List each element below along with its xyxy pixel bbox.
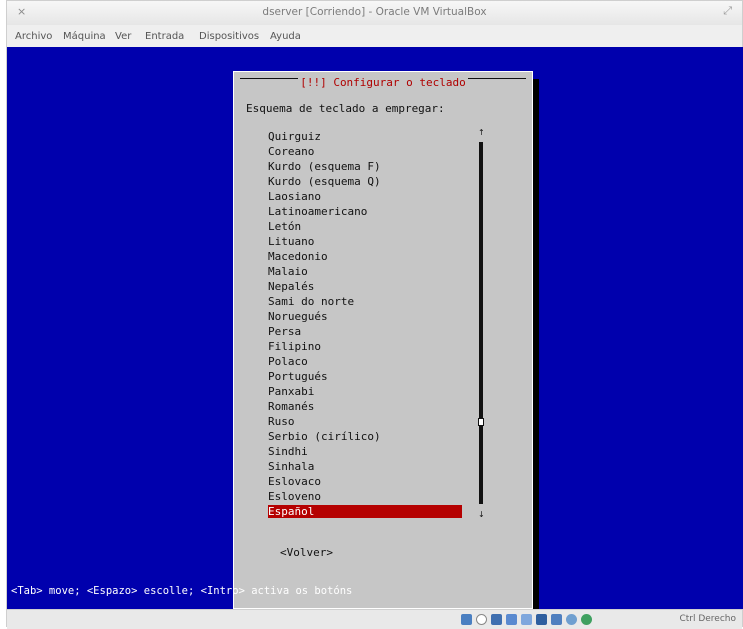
list-item[interactable]: Letón xyxy=(268,220,462,233)
virtualbox-window: × dserver [Corriendo] - Oracle VM Virtua… xyxy=(6,0,743,629)
scroll-track[interactable] xyxy=(479,142,483,504)
list-item[interactable]: Sinhala xyxy=(268,460,462,473)
list-item[interactable]: Sindhi xyxy=(268,445,462,458)
back-button[interactable]: <Volver> xyxy=(280,546,333,559)
usb-icon[interactable] xyxy=(506,614,517,625)
dialog-title: [!!] Configurar o teclado xyxy=(298,76,468,89)
restore-icon[interactable]: ⤢ xyxy=(723,4,732,18)
scroll-up-icon[interactable]: ↑ xyxy=(478,129,485,137)
menu-entrada[interactable]: Entrada xyxy=(145,31,184,42)
list-item[interactable]: Latinoamericano xyxy=(268,205,462,218)
menu-archivo[interactable]: Archivo xyxy=(15,31,52,42)
list-scrollbar[interactable]: ↑ ↓ xyxy=(478,129,485,520)
optical-drive-icon[interactable] xyxy=(476,614,487,625)
list-item[interactable]: Kurdo (esquema F) xyxy=(268,160,462,173)
menu-bar: Archivo Máquina Ver Entrada Dispositivos… xyxy=(7,25,742,48)
window-title: dserver [Corriendo] - Oracle VM VirtualB… xyxy=(262,6,487,18)
list-item[interactable]: Sami do norte xyxy=(268,295,462,308)
list-item[interactable]: Persa xyxy=(268,325,462,338)
list-item[interactable]: Polaco xyxy=(268,355,462,368)
help-line: <Tab> move; <Espazo> escolle; <Intro> ac… xyxy=(11,585,353,597)
list-item[interactable]: Macedonio xyxy=(268,250,462,263)
list-item-selected[interactable]: Español xyxy=(268,505,462,518)
list-item[interactable]: Noruegués xyxy=(268,310,462,323)
list-item[interactable]: Esloveno xyxy=(268,490,462,503)
list-item[interactable]: Lituano xyxy=(268,235,462,248)
list-item[interactable]: Malaio xyxy=(268,265,462,278)
host-key-label: Ctrl Derecho xyxy=(679,614,736,624)
shared-folder-icon[interactable] xyxy=(521,614,532,625)
menu-ver[interactable]: Ver xyxy=(115,31,131,42)
scroll-thumb[interactable] xyxy=(478,418,484,426)
network-icon[interactable] xyxy=(491,614,502,625)
status-bar: Ctrl Derecho xyxy=(7,609,742,629)
list-item[interactable]: Quirguiz xyxy=(268,130,462,143)
keyboard-layout-list[interactable]: Quirguiz Coreano Kurdo (esquema F) Kurdo… xyxy=(268,130,480,520)
list-item[interactable]: Nepalés xyxy=(268,280,462,293)
list-item[interactable]: Romanés xyxy=(268,400,462,413)
list-item[interactable]: Panxabi xyxy=(268,385,462,398)
list-item[interactable]: Coreano xyxy=(268,145,462,158)
list-item[interactable]: Serbio (cirílico) xyxy=(268,430,462,443)
scroll-down-icon[interactable]: ↓ xyxy=(478,511,485,519)
dialog-frame: [!!] Configurar o teclado xyxy=(240,76,526,89)
list-item[interactable]: Eslovaco xyxy=(268,475,462,488)
video-capture-icon[interactable] xyxy=(551,614,562,625)
keyboard-prompt: Esquema de teclado a empregar: xyxy=(246,102,445,115)
keyboard-capture-icon[interactable] xyxy=(581,614,592,625)
list-item[interactable]: Filipino xyxy=(268,340,462,353)
vm-display[interactable]: [!!] Configurar o teclado Esquema de tec… xyxy=(7,47,743,617)
menu-dispositivos[interactable]: Dispositivos xyxy=(199,31,259,42)
hard-disk-icon[interactable] xyxy=(461,614,472,625)
display-icon[interactable] xyxy=(536,614,547,625)
menu-ayuda[interactable]: Ayuda xyxy=(270,31,301,42)
list-item[interactable]: Laosiano xyxy=(268,190,462,203)
mouse-integration-icon[interactable] xyxy=(566,614,577,625)
list-item[interactable]: Kurdo (esquema Q) xyxy=(268,175,462,188)
list-item[interactable]: Ruso xyxy=(268,415,462,428)
keyboard-config-dialog: [!!] Configurar o teclado Esquema de tec… xyxy=(233,71,533,609)
title-bar: × dserver [Corriendo] - Oracle VM Virtua… xyxy=(7,1,742,26)
list-item[interactable]: Portugués xyxy=(268,370,462,383)
menu-maquina[interactable]: Máquina xyxy=(63,31,106,42)
